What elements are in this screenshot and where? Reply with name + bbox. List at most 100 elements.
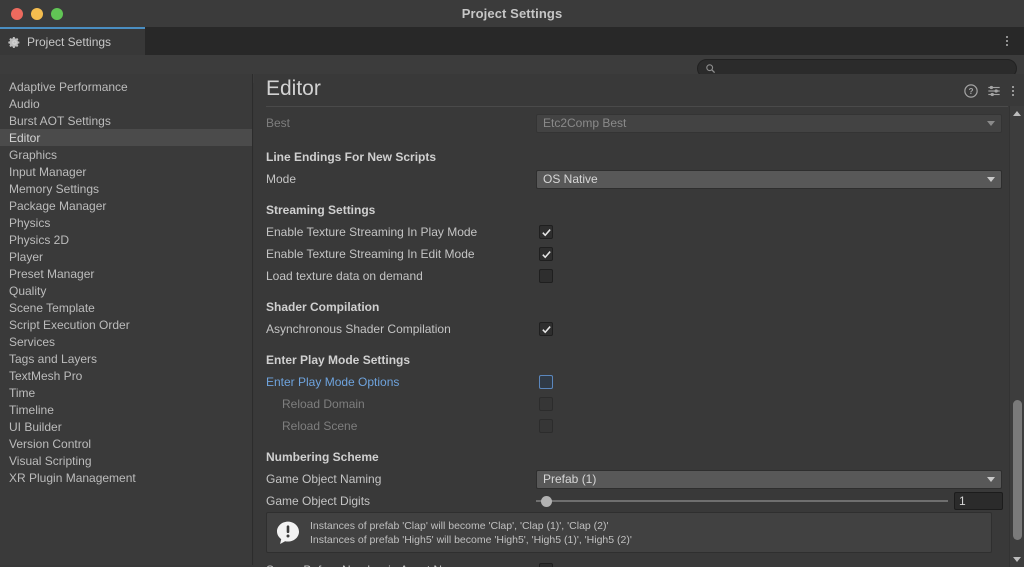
mode-dropdown[interactable]: OS Native xyxy=(536,169,1002,189)
chevron-down-icon xyxy=(987,120,995,126)
svg-text:?: ? xyxy=(968,86,973,96)
sidebar-item-services[interactable]: Services xyxy=(0,333,252,350)
vertical-scrollbar[interactable] xyxy=(1009,106,1024,567)
async-shader-wrap xyxy=(539,322,553,336)
mode-value: OS Native xyxy=(543,172,598,186)
sidebar-item-quality[interactable]: Quality xyxy=(0,282,252,299)
sidebar-item-timeline[interactable]: Timeline xyxy=(0,401,252,418)
sidebar-item-scene-template[interactable]: Scene Template xyxy=(0,299,252,316)
row-load-on-demand: Load texture data on demand xyxy=(254,265,1008,287)
info-line-1: Instances of prefab 'Clap' will become '… xyxy=(310,519,609,532)
sidebar-item-version-control[interactable]: Version Control xyxy=(0,435,252,452)
preset-icon[interactable] xyxy=(987,84,1001,98)
row-async-shader: Asynchronous Shader Compilation xyxy=(254,318,1008,340)
sidebar-item-package-manager[interactable]: Package Manager xyxy=(0,197,252,214)
sidebar-item-label: XR Plugin Management xyxy=(9,470,136,485)
go-digits-slider[interactable] xyxy=(536,494,948,508)
checkmark-icon xyxy=(541,325,551,333)
sidebar-item-label: Input Manager xyxy=(9,164,87,179)
sidebar-item-label: Adaptive Performance xyxy=(9,79,128,94)
tab-label: Project Settings xyxy=(27,35,112,49)
scrollbar-thumb[interactable] xyxy=(1013,400,1022,540)
sidebar-item-label: Editor xyxy=(9,130,41,145)
sidebar-item-tags-and-layers[interactable]: Tags and Layers xyxy=(0,350,252,367)
sidebar-item-label: Graphics xyxy=(9,147,58,162)
sidebar-item-time[interactable]: Time xyxy=(0,384,252,401)
kebab-menu-icon[interactable] xyxy=(1010,86,1016,96)
load-on-demand-label: Load texture data on demand xyxy=(266,269,423,283)
stream-play-checkbox[interactable] xyxy=(539,225,553,239)
sidebar-item-memory-settings[interactable]: Memory Settings xyxy=(0,180,252,197)
sidebar-item-label: Version Control xyxy=(9,436,92,451)
reload-domain-checkbox[interactable] xyxy=(539,397,553,411)
stream-edit-checkbox[interactable] xyxy=(539,247,553,261)
reload-scene-label: Reload Scene xyxy=(282,419,358,433)
play-mode-options-checkbox[interactable] xyxy=(539,375,553,389)
chevron-down-icon xyxy=(987,176,995,182)
slider-track xyxy=(536,500,948,502)
header-divider xyxy=(266,106,1008,107)
sidebar-item-burst-aot-settings[interactable]: Burst AOT Settings xyxy=(0,112,252,129)
page-title: Editor xyxy=(266,77,321,100)
reload-domain-label: Reload Domain xyxy=(282,397,365,411)
panel-header-icons: ? xyxy=(964,84,1016,98)
sidebar-item-label: Script Execution Order xyxy=(9,317,130,332)
load-on-demand-checkbox[interactable] xyxy=(539,269,553,283)
window-title: Project Settings xyxy=(461,6,563,21)
slider-knob[interactable] xyxy=(541,495,552,507)
help-icon[interactable]: ? xyxy=(964,84,978,98)
sidebar-item-ui-builder[interactable]: UI Builder xyxy=(0,418,252,435)
tab-project-settings[interactable]: Project Settings xyxy=(0,27,145,55)
scroll-up-arrow-icon[interactable] xyxy=(1013,111,1021,116)
go-naming-label: Game Object Naming xyxy=(266,472,382,486)
row-best: Best Etc2Comp Best xyxy=(254,112,1008,134)
sidebar-item-label: Audio xyxy=(9,96,40,111)
best-label: Best xyxy=(266,116,291,130)
panel-header: Editor ? xyxy=(254,74,1024,106)
sidebar-item-physics-2d[interactable]: Physics 2D xyxy=(0,231,252,248)
async-shader-label: Asynchronous Shader Compilation xyxy=(266,322,451,336)
sidebar-item-preset-manager[interactable]: Preset Manager xyxy=(0,265,252,282)
sidebar-item-label: Physics xyxy=(9,215,51,230)
go-naming-dropdown[interactable]: Prefab (1) xyxy=(536,469,1002,489)
go-digits-label: Game Object Digits xyxy=(266,494,371,508)
sidebar-item-label: Scene Template xyxy=(9,300,95,315)
sidebar-item-editor[interactable]: Editor xyxy=(0,129,252,146)
go-digits-input[interactable]: 1 xyxy=(954,492,1003,510)
row-mode: Mode OS Native xyxy=(254,168,1008,190)
numbering-scheme-header: Numbering Scheme xyxy=(266,450,379,464)
sidebar-item-label: Tags and Layers xyxy=(9,351,98,366)
stream-edit-label: Enable Texture Streaming In Edit Mode xyxy=(266,247,475,261)
title-bar: Project Settings xyxy=(0,0,1024,27)
sidebar-item-visual-scripting[interactable]: Visual Scripting xyxy=(0,452,252,469)
space-before-number-wrap xyxy=(539,563,553,567)
gear-icon xyxy=(8,36,20,48)
enter-play-mode-options-link[interactable]: Enter Play Mode Options xyxy=(254,375,399,389)
sidebar-item-physics[interactable]: Physics xyxy=(0,214,252,231)
sidebar-item-label: Quality xyxy=(9,283,47,298)
sidebar-item-input-manager[interactable]: Input Manager xyxy=(0,163,252,180)
settings-sidebar[interactable]: Adaptive Performance Audio Burst AOT Set… xyxy=(0,74,253,565)
reload-scene-checkbox[interactable] xyxy=(539,419,553,433)
sidebar-item-audio[interactable]: Audio xyxy=(0,95,252,112)
info-box: Instances of prefab 'Clap' will become '… xyxy=(266,512,992,553)
window-menu-icon[interactable] xyxy=(999,33,1015,49)
sidebar-item-adaptive-performance[interactable]: Adaptive Performance xyxy=(0,78,252,95)
sidebar-item-textmesh-pro[interactable]: TextMesh Pro xyxy=(0,367,252,384)
space-before-number-checkbox[interactable] xyxy=(539,563,553,567)
sidebar-item-player[interactable]: Player xyxy=(0,248,252,265)
best-dropdown[interactable]: Etc2Comp Best xyxy=(536,113,1002,133)
search-icon xyxy=(706,64,716,74)
scroll-down-arrow-icon[interactable] xyxy=(1013,557,1021,562)
sidebar-item-script-execution-order[interactable]: Script Execution Order xyxy=(0,316,252,333)
best-dropdown-wrap: Etc2Comp Best xyxy=(536,113,1002,133)
sidebar-item-graphics[interactable]: Graphics xyxy=(0,146,252,163)
shader-compilation-header: Shader Compilation xyxy=(266,300,380,314)
stream-edit-wrap xyxy=(539,247,553,261)
info-line-2: Instances of prefab 'High5' will become … xyxy=(310,533,632,546)
search-input[interactable] xyxy=(716,62,1016,75)
async-shader-checkbox[interactable] xyxy=(539,322,553,336)
sidebar-item-xr-plugin-management[interactable]: XR Plugin Management xyxy=(0,469,252,486)
reload-scene-wrap xyxy=(539,419,553,433)
streaming-header: Streaming Settings xyxy=(266,203,376,217)
